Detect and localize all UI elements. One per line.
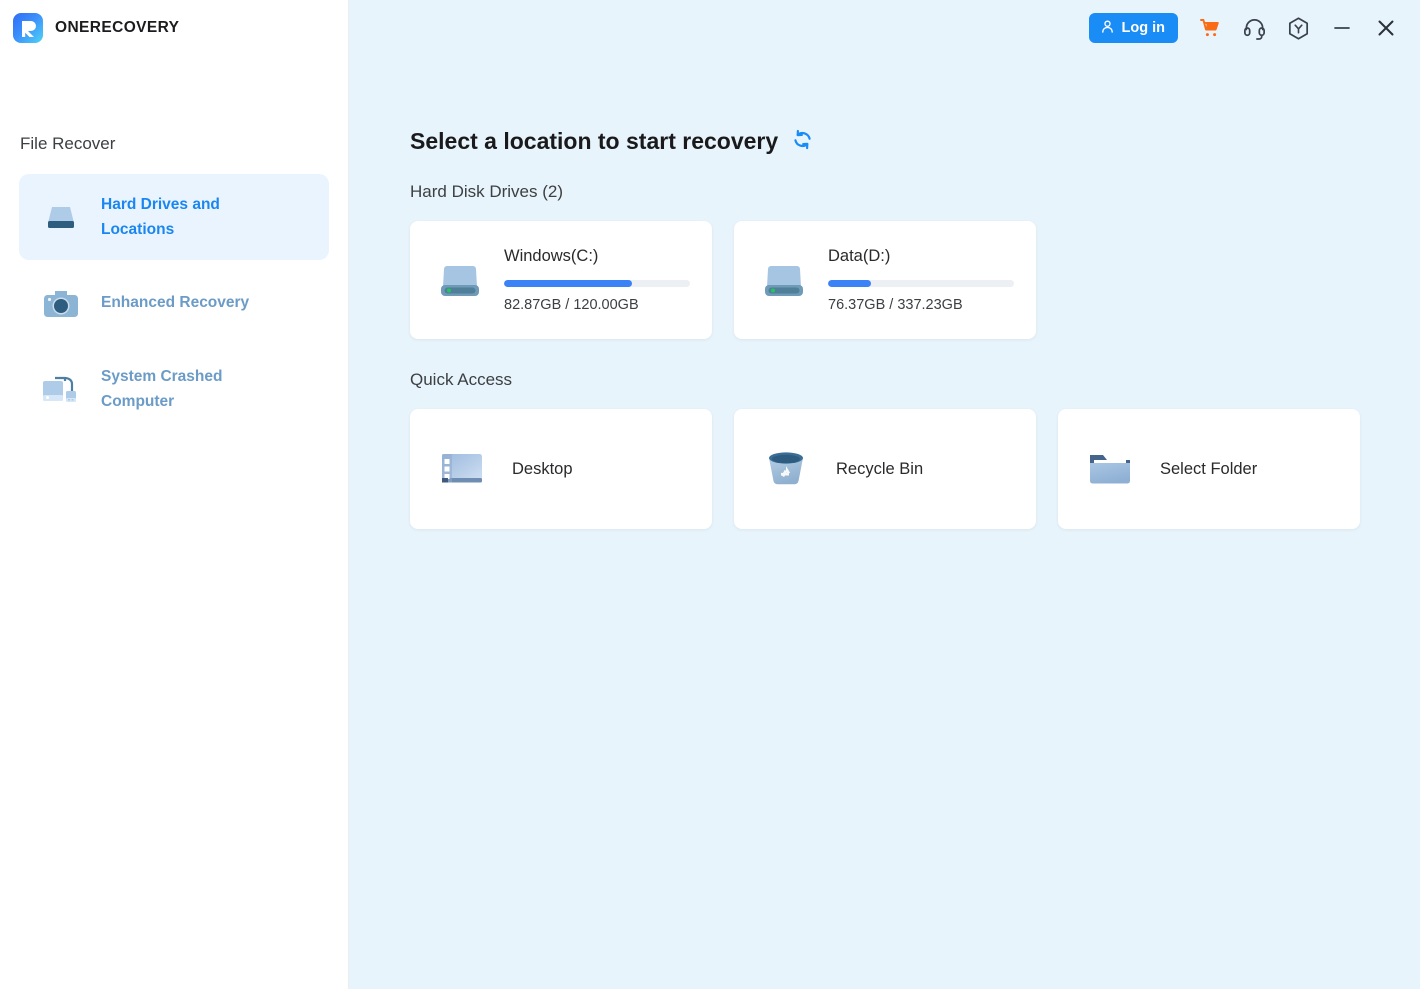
desktop-icon xyxy=(434,441,490,497)
brand-title: ONERECOVERY xyxy=(55,19,180,36)
drive-usage-fill xyxy=(828,279,871,287)
sidebar-item-label: Hard Drives and Locations xyxy=(101,195,220,238)
sidebar-item-hard-drives-and-locations[interactable]: Hard Drives and Locations xyxy=(19,174,329,260)
page-title-text: Select a location to start recovery xyxy=(410,128,779,154)
content-area: Select a location to start recovery Hard… xyxy=(349,0,1420,529)
title-bar: Log in xyxy=(1088,0,1420,56)
drive-name: Data(D:) xyxy=(828,247,891,265)
drive-usage-fill xyxy=(504,279,633,287)
drive-name: Windows(C:) xyxy=(504,247,599,265)
crashed-computer-icon xyxy=(39,367,83,411)
quick-access-label-text: Recycle Bin xyxy=(836,459,924,478)
sidebar-item-enhanced-recovery[interactable]: Enhanced Recovery xyxy=(19,260,329,346)
quick-access-list: Desktop Recycle Bin Select Folder xyxy=(410,409,1420,529)
login-button[interactable]: Log in xyxy=(1088,13,1178,43)
quick-access-label-text: Desktop xyxy=(512,459,573,478)
drive-usage-bar xyxy=(828,279,1014,287)
sidebar-menu: Hard Drives and Locations Enhanced Recov… xyxy=(0,174,348,432)
drive-info: Windows(C:) 82.87GB / 120.00GB xyxy=(504,248,694,312)
hard-disk-drives-label: Hard Disk Drives (2) xyxy=(410,182,564,201)
onerecovery-logo-icon xyxy=(13,13,43,43)
user-icon xyxy=(1100,19,1115,38)
hard-drive-icon xyxy=(432,252,488,308)
close-icon[interactable] xyxy=(1364,6,1408,50)
sidebar-item-system-crashed-computer[interactable]: System Crashed Computer xyxy=(19,346,329,432)
quick-access-select-folder[interactable]: Select Folder xyxy=(1058,409,1360,529)
brand: ONERECOVERY xyxy=(0,0,348,56)
hard-drive-icon xyxy=(39,195,83,239)
hard-drive-icon xyxy=(756,252,812,308)
drive-info: Data(D:) 76.37GB / 337.23GB xyxy=(828,248,1018,312)
recycle-bin-icon xyxy=(758,441,814,497)
refresh-icon[interactable] xyxy=(791,128,814,155)
quick-access-label: Quick Access xyxy=(410,370,513,389)
hexagon-y-icon[interactable] xyxy=(1276,6,1320,50)
hard-disk-drives-list: Windows(C:) 82.87GB / 120.00GB Data(D:) … xyxy=(410,221,1420,339)
application-window: ONERECOVERY File Recover Hard Drives and… xyxy=(0,0,1420,989)
quick-access-label-text: Select Folder xyxy=(1160,459,1258,478)
drive-size-text: 82.87GB / 120.00GB xyxy=(504,296,639,313)
drive-card[interactable]: Windows(C:) 82.87GB / 120.00GB xyxy=(410,221,712,339)
drive-card[interactable]: Data(D:) 76.37GB / 337.23GB xyxy=(734,221,1036,339)
drive-usage-bar xyxy=(504,279,690,287)
main-content: Log in Select a location to start recove… xyxy=(349,0,1420,989)
camera-icon xyxy=(39,281,83,325)
drive-size-text: 76.37GB / 337.23GB xyxy=(828,296,963,313)
sidebar-section-title: File Recover xyxy=(20,134,116,153)
folder-icon xyxy=(1082,441,1138,497)
sidebar-item-label: Enhanced Recovery xyxy=(101,294,250,312)
sidebar-item-label: System Crashed Computer xyxy=(101,367,223,410)
sidebar: ONERECOVERY File Recover Hard Drives and… xyxy=(0,0,349,989)
minimize-icon[interactable] xyxy=(1320,6,1364,50)
quick-access-recycle-bin[interactable]: Recycle Bin xyxy=(734,409,1036,529)
headset-icon[interactable] xyxy=(1232,6,1276,50)
page-title: Select a location to start recovery xyxy=(410,128,1420,155)
quick-access-desktop[interactable]: Desktop xyxy=(410,409,712,529)
shopping-cart-icon[interactable] xyxy=(1188,6,1232,50)
login-button-label: Log in xyxy=(1121,20,1166,36)
